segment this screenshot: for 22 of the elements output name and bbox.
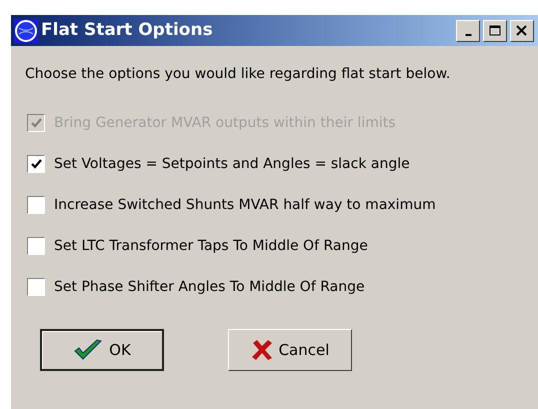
checkmark-icon [30,158,42,170]
minimize-button[interactable] [456,20,480,42]
checkbox[interactable] [27,278,45,296]
minimize-icon [464,34,472,36]
window-title: Flat Start Options [41,18,213,42]
option-label: Set Phase Shifter Angles To Middle Of Range [54,278,365,296]
x-icon [250,339,273,361]
checkmark-icon [30,116,42,130]
instruction-text: Choose the options you would like regarding flat start below. [25,65,452,84]
checkbox[interactable] [27,155,45,173]
option-label: Increase Switched Shunts MVAR half way to maximum [54,196,436,214]
ok-button[interactable]: OK [40,329,164,371]
checkmark-icon [73,338,104,362]
checkbox[interactable] [27,196,45,214]
option-label: Set Voltages = Setpoints and Angles = slack angle [54,154,410,174]
globe-icon [14,18,38,42]
cancel-button[interactable]: Cancel [228,329,352,371]
maximize-icon [487,22,503,38]
maximize-button[interactable] [483,20,507,42]
close-button[interactable] [510,20,534,42]
checkbox[interactable] [27,237,45,255]
option-label: Set LTC Transformer Taps To Middle Of Range [54,236,368,256]
